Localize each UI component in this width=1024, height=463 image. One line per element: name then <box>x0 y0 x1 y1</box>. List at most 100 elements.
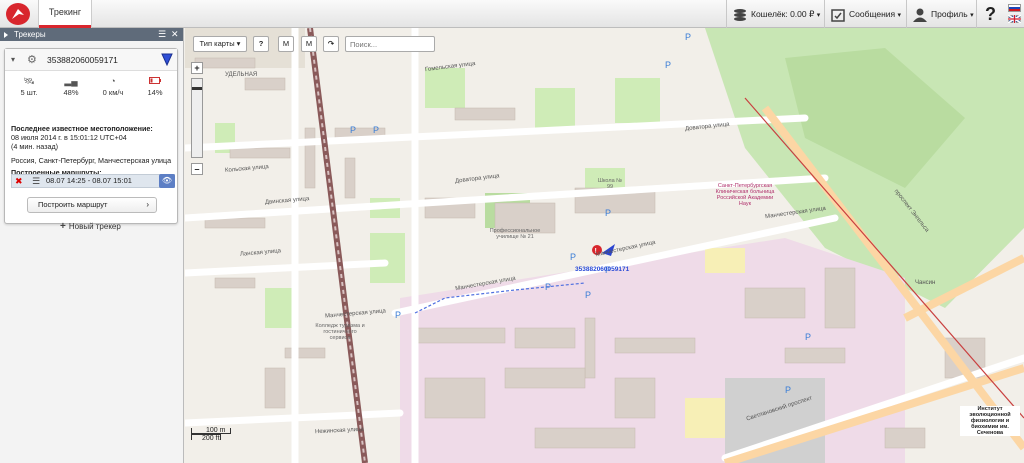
tracker-stats: 🛰 5 шт. ▂▄ 48% ◔ 0 км/ч 14% <box>5 75 179 103</box>
app-logo[interactable] <box>6 3 30 25</box>
stat-battery: 14% <box>135 75 175 97</box>
poi-school: Школа № 99 <box>597 178 623 190</box>
stat-battery-value: 14% <box>147 88 163 97</box>
build-route-label: Построить маршрут <box>38 200 108 209</box>
tracker-card: ▾ ⚙ 353882060059171 🛰 5 шт. ▂▄ 48% ◔ 0 к… <box>4 48 178 224</box>
zoom-slider-thumb[interactable] <box>192 87 202 90</box>
stat-speed-value: 0 км/ч <box>102 88 124 97</box>
battery-icon <box>135 75 175 88</box>
svg-text:P: P <box>585 290 591 300</box>
speedometer-icon: ◔ <box>110 76 116 86</box>
measure-distance-button[interactable]: M <box>278 36 294 52</box>
trackers-sidebar: Трекеры ☰ ✕ ▾ ⚙ 353882060059171 🛰 5 шт. … <box>0 28 184 463</box>
close-icon[interactable]: ✕ <box>171 28 179 41</box>
tracker-card-header[interactable]: ▾ ⚙ 353882060059171 <box>5 49 177 71</box>
map-label-chansin: Чансин <box>915 280 936 286</box>
svg-text:P: P <box>685 32 691 42</box>
route-item[interactable]: ✖ ☰ 08.07 14:25 - 08.07 15:01 👁 <box>11 174 175 188</box>
map-type-label: Тип карты <box>199 39 235 48</box>
menu-icon[interactable]: ☰ <box>158 28 166 41</box>
eye-icon[interactable]: 👁 <box>159 174 175 188</box>
satellite-icon: 🛰 <box>23 76 35 86</box>
uk-flag-cross-icon <box>1008 15 1021 23</box>
last-location-time: 08 июля 2014 г. в 15:01:12 UTC+04 <box>11 133 127 142</box>
route-menu-icon[interactable]: ☰ <box>32 175 40 187</box>
wallet-button[interactable]: Кошелёк: 0.00 ₽ ▾ <box>726 0 824 28</box>
tracker-marker-icon[interactable] <box>161 53 173 66</box>
chevron-right-icon: › <box>146 200 149 209</box>
zoom-slider[interactable] <box>191 78 203 158</box>
delete-route-icon[interactable]: ✖ <box>15 175 23 187</box>
new-tracker-label: Новый трекер <box>68 222 121 231</box>
stat-signal: ▂▄ 48% <box>51 75 91 97</box>
zoom-out-button[interactable]: – <box>191 163 203 175</box>
svg-text:P: P <box>805 332 811 342</box>
tracker-address: Россия, Санкт-Петербург, Манчестерская у… <box>11 156 172 165</box>
svg-text:P: P <box>545 282 551 292</box>
sidebar-title: Трекеры <box>14 30 46 39</box>
route-range: 08.07 14:25 - 08.07 15:01 <box>46 176 132 185</box>
messages-button[interactable]: Сообщения ▾ <box>824 0 906 28</box>
stat-signal-value: 48% <box>63 88 79 97</box>
redo-arrow-icon: ↷ <box>327 39 335 48</box>
stat-speed: ◔ 0 км/ч <box>93 75 133 97</box>
messages-label: Сообщения <box>849 9 896 19</box>
chevron-down-icon: ▾ <box>816 12 821 19</box>
poi-hospital: Санкт-Петербургская Клиническая больница… <box>715 183 775 207</box>
svg-text:P: P <box>605 208 611 218</box>
map-search-input[interactable] <box>345 36 435 52</box>
poi-institute: Институт эволюционной физиологии и биохи… <box>960 406 1020 436</box>
chevron-down-icon: ▾ <box>897 12 902 19</box>
uk-flag-icon[interactable] <box>1008 15 1021 23</box>
help-icon: ? <box>258 39 264 48</box>
user-icon <box>913 8 927 22</box>
tab-tracking[interactable]: Трекинг <box>38 0 92 28</box>
poi-profuch: Профессиональное училище № 21 <box>489 228 541 240</box>
new-tracker-button[interactable]: + Новый трекер <box>60 221 121 232</box>
tracker-map-label[interactable]: 353882060059171 <box>575 266 629 273</box>
map-type-dropdown[interactable]: Тип карты ▾ <box>193 36 247 52</box>
plus-icon: + <box>60 221 66 232</box>
stat-satellites-value: 5 шт. <box>20 88 38 97</box>
profile-button[interactable]: Профиль ▾ <box>906 0 976 28</box>
build-route-button[interactable]: Построить маршрут › <box>27 197 157 213</box>
ruler-icon: M <box>282 39 290 48</box>
stat-satellites: 🛰 5 шт. <box>9 75 49 97</box>
svg-text:P: P <box>570 252 576 262</box>
route-arrow-button[interactable]: ↷ <box>323 36 339 52</box>
russian-flag-icon[interactable] <box>1008 4 1021 12</box>
map-label-udelnaya: УДЕЛЬНАЯ <box>225 72 258 78</box>
tab-tracking-label: Трекинг <box>48 7 82 17</box>
wallet-label: Кошелёк: 0.00 ₽ <box>751 9 815 19</box>
chevron-down-icon: ▾ <box>234 39 241 48</box>
chevron-down-icon: ▾ <box>970 12 974 19</box>
calendar-check-icon <box>831 9 845 22</box>
measure-area-button[interactable]: M <box>301 36 317 52</box>
zoom-in-button[interactable]: + <box>191 62 203 74</box>
svg-text:P: P <box>350 125 356 135</box>
tracker-info: Последнее известное местоположение: 08 и… <box>11 124 175 177</box>
coins-icon <box>734 8 746 21</box>
signal-icon: ▂▄ <box>64 76 78 86</box>
top-bar: Трекинг Кошелёк: 0.00 ₽ ▾ Сообщения ▾ Пр… <box>0 0 1024 28</box>
tracker-id: 353882060059171 <box>47 55 118 65</box>
help-icon: ? <box>985 4 996 24</box>
last-location-label: Последнее известное местоположение: <box>11 124 153 133</box>
svg-text:P: P <box>785 385 791 395</box>
collapse-arrow-icon[interactable] <box>4 32 8 38</box>
area-ruler-icon: M <box>305 39 313 48</box>
svg-text:P: P <box>395 310 401 320</box>
map-canvas: P PPP PPPP PPPP ! <box>185 28 1024 463</box>
poi-college: Колледж туризма и гостиничного сервиса <box>315 323 365 341</box>
svg-text:P: P <box>665 60 671 70</box>
chevron-down-icon[interactable]: ▾ <box>11 55 15 64</box>
last-location-ago: (4 мин. назад) <box>11 142 59 151</box>
help-button[interactable]: ? <box>976 0 1004 28</box>
map-scale: 100 m 200 ft <box>191 427 231 442</box>
profile-label: Профиль <box>931 9 968 19</box>
map-help-button[interactable]: ? <box>253 36 269 52</box>
logo-icon <box>12 9 24 19</box>
gear-icon[interactable]: ⚙ <box>27 53 37 66</box>
svg-text:P: P <box>373 125 379 135</box>
map-view[interactable]: PPPP PPPP PPPP ! УДЕЛЬНАЯ Манчестерская … <box>185 28 1024 463</box>
